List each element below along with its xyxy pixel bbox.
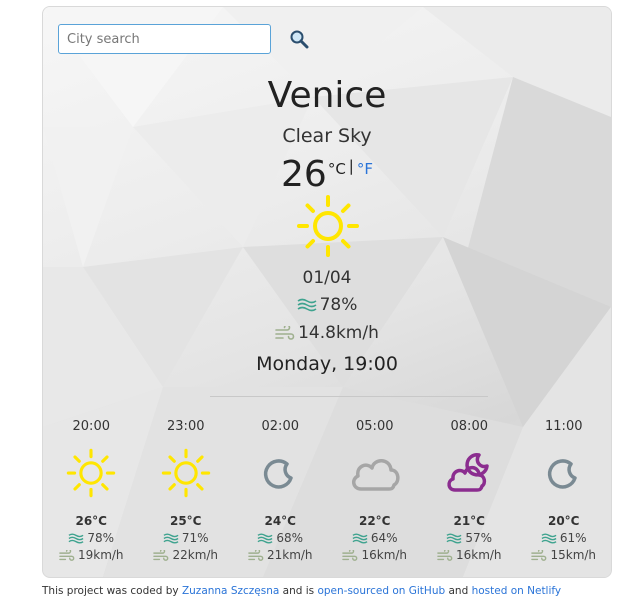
sun-icon	[161, 448, 210, 498]
wind-icon	[248, 549, 264, 561]
forecast-humidity: 68%	[233, 531, 328, 545]
forecast-wind: 16km/h	[422, 548, 517, 562]
wind-icon	[275, 326, 295, 340]
moon-icon	[264, 459, 293, 489]
forecast-temp: 25°C	[169, 514, 202, 528]
wind-value: 14.8km/h	[298, 323, 379, 343]
forecast-wind-value: 16km/h	[361, 548, 408, 562]
forecast-humidity: 64%	[328, 531, 423, 545]
city-search-input[interactable]	[58, 24, 271, 54]
temperature-display: 26 °C | °F	[43, 155, 611, 195]
wind-icon	[342, 549, 358, 561]
day-time-text: Monday, 19:00	[256, 353, 398, 375]
humidity-icon	[541, 532, 557, 544]
forecast-humidity: 57%	[422, 531, 517, 545]
sun-icon	[297, 195, 359, 257]
weather-card: Venice Clear Sky 26 °C | °F 01/04 78% 14…	[42, 6, 612, 578]
forecast-temp: 20°C	[547, 514, 580, 528]
humidity-icon	[68, 532, 84, 544]
footer-and: and	[445, 585, 472, 597]
forecast-item: 02:00 24°C 68% 21km/h	[233, 419, 328, 562]
magnifier-icon	[290, 30, 309, 49]
humidity-icon	[297, 298, 317, 312]
forecast-wind: 15km/h	[517, 548, 612, 562]
divider	[210, 396, 488, 397]
humidity-icon	[352, 532, 368, 544]
humidity-row: 78%	[43, 295, 611, 315]
forecast-humidity-value: 68%	[276, 531, 304, 545]
forecast-wind-value: 21km/h	[266, 548, 313, 562]
author-link[interactable]: Zuzanna Szczęsna	[182, 585, 279, 597]
footer-credits: This project was coded by Zuzanna Szczęs…	[42, 585, 561, 597]
forecast-humidity-value: 61%	[559, 531, 587, 545]
footer-prefix: This project was coded by	[42, 585, 182, 597]
forecast-wind-value: 16km/h	[455, 548, 502, 562]
humidity-value: 78%	[319, 295, 358, 315]
forecast-item: 20:00 26°C 78% 19km/h	[44, 419, 139, 562]
celsius-link[interactable]: °C	[328, 158, 346, 180]
cloud-icon	[351, 459, 400, 491]
hourly-forecast: 20:00 26°C 78% 19km/h 23:00 25°C 71% 22k…	[43, 419, 612, 562]
forecast-humidity-value: 78%	[87, 531, 115, 545]
temperature-value: 26	[281, 154, 327, 195]
fahrenheit-link[interactable]: °F	[357, 158, 373, 180]
forecast-hour: 23:00	[167, 419, 205, 434]
forecast-temp: 22°C	[358, 514, 391, 528]
city-name: Venice	[267, 75, 387, 116]
forecast-wind: 19km/h	[44, 548, 139, 562]
forecast-temp: 24°C	[264, 514, 296, 528]
forecast-temp: 26°C	[75, 514, 107, 528]
unit-separator: |	[348, 157, 354, 175]
wind-icon	[437, 549, 453, 561]
forecast-humidity-value: 71%	[181, 531, 209, 545]
github-link[interactable]: open-sourced on GitHub	[317, 585, 445, 597]
wind-icon	[153, 549, 169, 561]
forecast-wind: 16km/h	[328, 548, 423, 562]
forecast-item: 08:00 21°C 57% 16km/h	[422, 419, 517, 562]
wind-row: 14.8km/h	[43, 323, 611, 343]
forecast-wind-value: 15km/h	[550, 548, 597, 562]
forecast-item: 23:00 25°C 71% 22km/h	[139, 419, 234, 562]
forecast-item: 05:00 22°C 64% 16km/h	[328, 419, 423, 562]
forecast-hour: 02:00	[261, 419, 299, 434]
date-text: 01/04	[302, 268, 352, 288]
forecast-humidity-value: 57%	[465, 531, 493, 545]
moon-cloud-icon	[447, 453, 489, 492]
humidity-icon	[446, 532, 462, 544]
sun-icon	[67, 448, 116, 498]
wind-icon	[59, 549, 75, 561]
forecast-item: 11:00 20°C 61% 15km/h	[517, 419, 612, 562]
netlify-link[interactable]: hosted on Netlify	[472, 585, 562, 597]
search-button[interactable]	[281, 23, 317, 55]
search-bar	[58, 23, 317, 55]
moon-icon	[547, 459, 577, 489]
forecast-humidity: 61%	[517, 531, 612, 545]
forecast-wind-value: 19km/h	[77, 548, 124, 562]
forecast-humidity: 71%	[139, 531, 234, 545]
forecast-temp: 21°C	[453, 514, 485, 528]
humidity-icon	[163, 532, 179, 544]
forecast-humidity-value: 64%	[370, 531, 398, 545]
forecast-hour: 20:00	[72, 419, 110, 434]
weather-description: Clear Sky	[282, 125, 372, 147]
humidity-icon	[257, 532, 273, 544]
forecast-humidity: 78%	[44, 531, 139, 545]
forecast-wind: 22km/h	[139, 548, 234, 562]
forecast-hour: 11:00	[545, 419, 583, 434]
wind-icon	[531, 549, 547, 561]
forecast-hour: 08:00	[450, 419, 488, 434]
footer-middle: and is	[279, 585, 318, 597]
forecast-hour: 05:00	[356, 419, 394, 434]
forecast-wind: 21km/h	[233, 548, 328, 562]
forecast-wind-value: 22km/h	[172, 548, 219, 562]
